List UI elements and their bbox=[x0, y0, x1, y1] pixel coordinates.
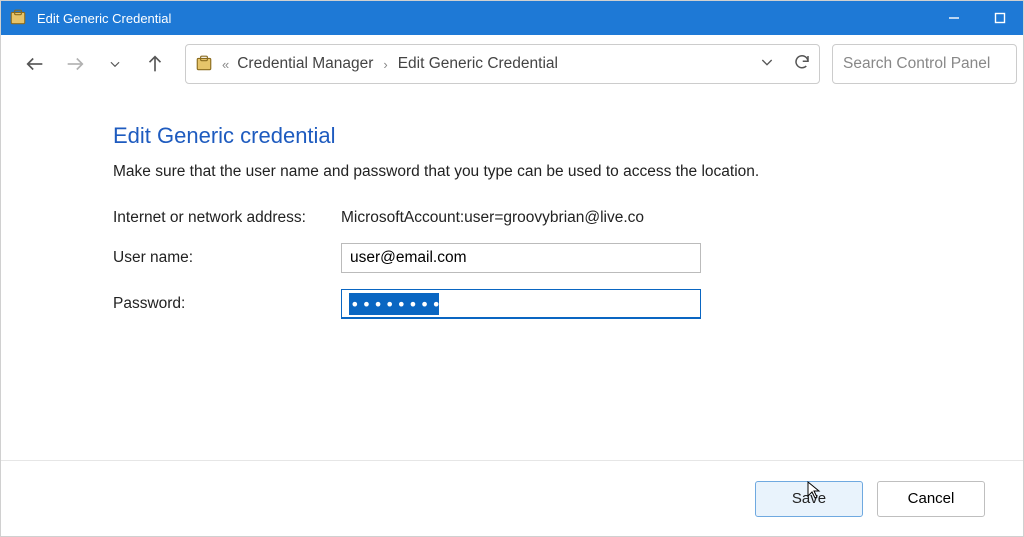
breadcrumb-item[interactable]: Edit Generic Credential bbox=[398, 55, 558, 73]
maximize-button[interactable] bbox=[977, 1, 1023, 35]
breadcrumb-overflow-icon[interactable]: « bbox=[222, 57, 229, 72]
app-icon bbox=[1, 9, 35, 27]
nav-back-button[interactable] bbox=[17, 46, 53, 82]
address-label: Internet or network address: bbox=[113, 209, 341, 227]
username-input[interactable] bbox=[341, 243, 701, 273]
search-input[interactable] bbox=[843, 55, 1006, 73]
nav-history-dropdown[interactable] bbox=[97, 46, 133, 82]
address-value: MicrosoftAccount:user=groovybrian@live.c… bbox=[341, 209, 701, 227]
password-input[interactable] bbox=[341, 289, 701, 319]
address-dropdown-icon[interactable] bbox=[759, 54, 775, 75]
nav-forward-button[interactable] bbox=[57, 46, 93, 82]
search-box[interactable] bbox=[832, 44, 1017, 84]
page-heading: Edit Generic credential bbox=[113, 123, 983, 149]
cancel-button[interactable]: Cancel bbox=[877, 481, 985, 517]
focus-underline bbox=[341, 317, 701, 319]
username-label: User name: bbox=[113, 249, 341, 267]
toolbar: « Credential Manager › Edit Generic Cred… bbox=[1, 35, 1023, 93]
titlebar: Edit Generic Credential bbox=[1, 1, 1023, 35]
dialog-footer: Save Cancel bbox=[1, 460, 1023, 536]
refresh-icon[interactable] bbox=[793, 53, 811, 76]
password-label: Password: bbox=[113, 295, 341, 313]
minimize-button[interactable] bbox=[931, 1, 977, 35]
chevron-right-icon: › bbox=[383, 57, 387, 72]
page-hint: Make sure that the user name and passwor… bbox=[113, 163, 983, 181]
address-bar[interactable]: « Credential Manager › Edit Generic Cred… bbox=[185, 44, 820, 84]
window-title: Edit Generic Credential bbox=[35, 11, 931, 26]
breadcrumb-item[interactable]: Credential Manager bbox=[237, 55, 373, 73]
credential-folder-icon bbox=[194, 54, 214, 74]
content-area: Edit Generic credential Make sure that t… bbox=[1, 93, 1023, 319]
breadcrumb: Credential Manager › Edit Generic Creden… bbox=[237, 55, 751, 73]
mouse-cursor-icon bbox=[805, 480, 823, 498]
nav-up-button[interactable] bbox=[137, 46, 173, 82]
